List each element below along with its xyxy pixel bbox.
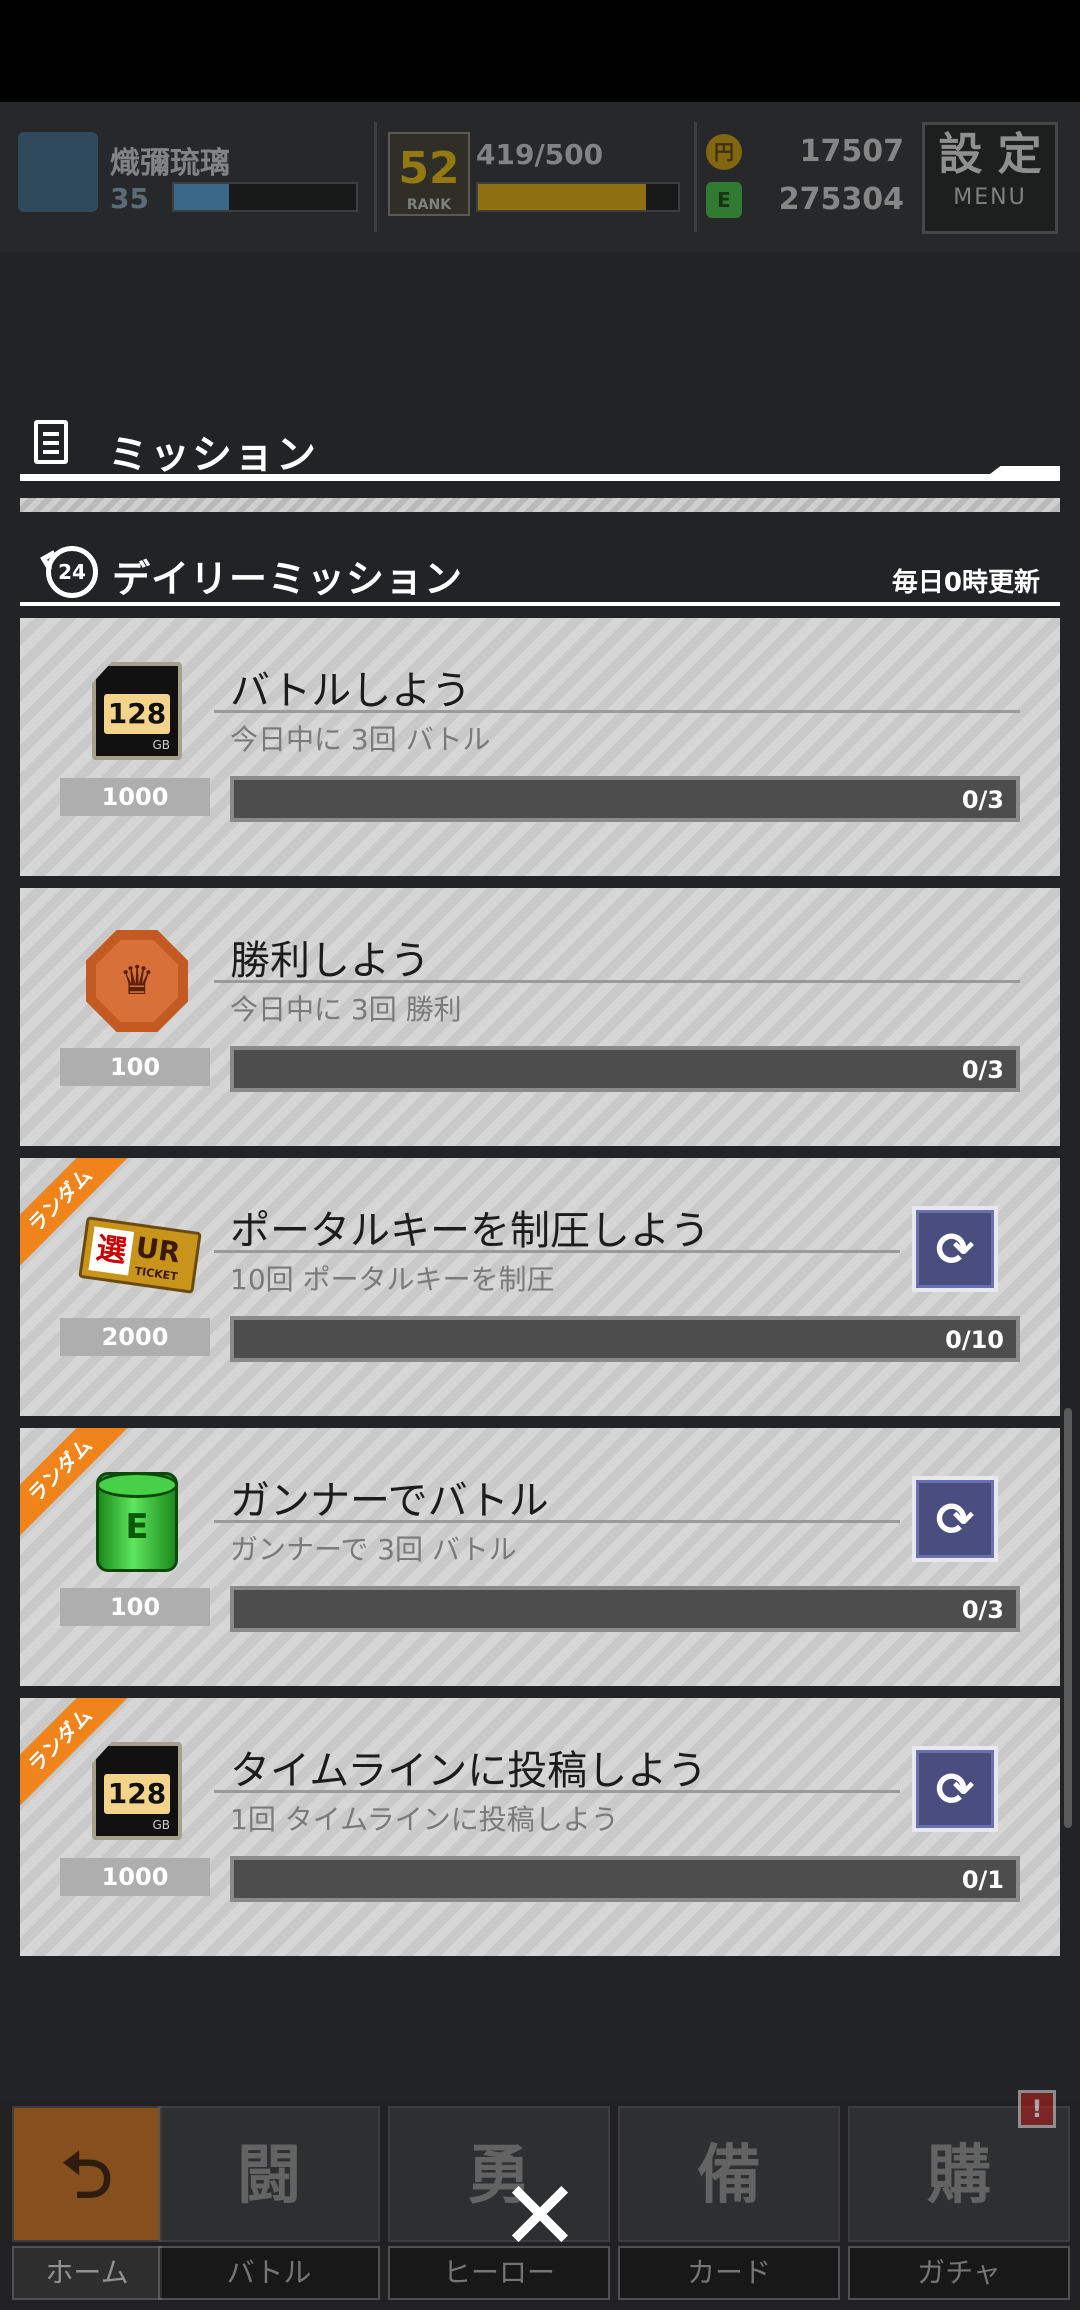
home-return-icon: ⮌ <box>12 2106 162 2242</box>
progress-text: 0/10 <box>945 1326 1004 1354</box>
status-bar <box>0 0 1080 102</box>
close-button[interactable]: ✕ <box>496 2168 584 2264</box>
mission-description: ガンナーで 3回 バトル <box>230 1533 517 1566</box>
mission-progress-bar: 0/10 <box>230 1316 1020 1362</box>
progress-text: 0/1 <box>961 1866 1004 1894</box>
nav-label: ホーム <box>12 2246 162 2300</box>
nav-home[interactable]: ⮌ ホーム <box>12 2106 162 2306</box>
player-name: 熾彌琉璃 <box>110 146 230 181</box>
player-avatar <box>18 132 98 212</box>
divider-tip <box>990 466 1060 474</box>
player-level: 35 <box>110 182 149 215</box>
gold-coin-icon: 円 <box>706 134 742 170</box>
mission-progress-bar: 0/3 <box>230 776 1020 822</box>
reward-count: 1000 <box>60 778 210 816</box>
reset-note: 毎日0時更新 <box>891 568 1040 598</box>
header-divider <box>374 122 377 232</box>
reward-count: 100 <box>60 1048 210 1086</box>
green-coin-count: 275304 <box>778 182 904 217</box>
mission-card: ♛ 100 勝利しよう 今日中に 3回 勝利 0/3 <box>20 888 1060 1146</box>
reward-count: 1000 <box>60 1858 210 1896</box>
stripe-divider <box>20 498 1060 512</box>
mission-title: 勝利しよう <box>230 938 430 984</box>
progress-text: 0/3 <box>961 1596 1004 1624</box>
rank-value: 52 <box>398 143 460 194</box>
mission-progress-bar: 0/1 <box>230 1856 1020 1902</box>
mission-description: 10回 ポータルキーを制圧 <box>230 1263 555 1296</box>
title-underline <box>214 980 1020 983</box>
exp-text: 419/500 <box>476 138 604 171</box>
green-coin-icon: E <box>706 182 742 218</box>
refresh-button[interactable]: ⟳ <box>912 1206 998 1292</box>
memory-128gb-icon: 128 GB <box>82 656 192 766</box>
title-underline <box>214 1520 900 1523</box>
divider <box>20 474 1060 481</box>
mission-title: バトルしよう <box>230 668 472 714</box>
exp-bar <box>476 182 680 212</box>
rank-label: RANK <box>406 197 452 213</box>
refresh-icon: ⟳ <box>935 1492 975 1546</box>
exp-bar-fill <box>478 184 646 210</box>
nav-gacha[interactable]: 購 ガチャ <box>848 2106 1070 2306</box>
refresh-button[interactable]: ⟳ <box>912 1476 998 1562</box>
player-header: 熾彌琉璃 35 52 RANK 419/500 円 17507 E 275304 … <box>0 102 1080 252</box>
progress-text: 0/3 <box>961 786 1004 814</box>
mission-description: 今日中に 3回 バトル <box>230 723 491 756</box>
card-icon: 備 <box>618 2106 840 2242</box>
daily-mission-header: 24 デイリーミッション 毎日0時更新 <box>20 540 1060 606</box>
refresh-icon: ⟳ <box>935 1762 975 1816</box>
mission-progress-bar: 0/3 <box>230 1046 1020 1092</box>
mission-card: ランダム E 100 ガンナーでバトル ガンナーで 3回 バトル ⟳ 0/3 <box>20 1428 1060 1686</box>
title-underline <box>214 1250 900 1253</box>
daily-mission-title: デイリーミッション <box>112 557 464 601</box>
mission-card: ランダム 選 UR TICKET 2000 ポータルキーを制圧しよう 10回 ポータ… <box>20 1158 1060 1416</box>
mission-progress-bar: 0/3 <box>230 1586 1020 1632</box>
divider <box>20 602 1060 606</box>
mission-description: 1回 タイムラインに投稿しよう <box>230 1803 619 1836</box>
level-bar <box>172 182 358 212</box>
refresh-icon: ⟳ <box>935 1222 975 1276</box>
mission-title: ガンナーでバトル <box>230 1478 549 1524</box>
nav-label: バトル <box>158 2246 380 2300</box>
title-underline <box>214 1790 900 1793</box>
mission-title: タイムラインに投稿しよう <box>230 1748 708 1794</box>
bronze-medal-icon: ♛ <box>82 926 192 1036</box>
mission-panel-title: ミッション <box>108 432 318 478</box>
rank-badge: 52 RANK <box>388 132 470 216</box>
refresh-button[interactable]: ⟳ <box>912 1746 998 1832</box>
nav-label: ガチャ <box>848 2246 1070 2300</box>
menu-label: MENU <box>953 185 1027 210</box>
reward-count: 2000 <box>60 1318 210 1356</box>
mission-title: ポータルキーを制圧しよう <box>230 1208 710 1254</box>
level-bar-fill <box>174 184 229 210</box>
gold-coin-count: 17507 <box>799 134 904 169</box>
document-icon <box>34 420 68 464</box>
menu-button[interactable]: 設 定 MENU <box>922 122 1058 234</box>
menu-kanji: 設 定 <box>938 129 1042 180</box>
mission-card: ランダム 128 GB 1000 タイムラインに投稿しよう 1回 タイムラインに投… <box>20 1698 1060 1956</box>
scrollbar[interactable] <box>1064 1408 1072 1828</box>
green-barrel-icon: E <box>82 1466 192 1576</box>
mission-description: 今日中に 3回 勝利 <box>230 993 462 1026</box>
mission-panel-header: ミッション <box>20 412 1060 482</box>
battle-icon: 闘 <box>158 2106 380 2242</box>
title-underline <box>214 710 1020 713</box>
alert-badge: ! <box>1018 2090 1056 2128</box>
ur-ticket-icon: 選 UR TICKET <box>78 1196 202 1306</box>
nav-label: カード <box>618 2246 840 2300</box>
progress-text: 0/3 <box>961 1056 1004 1084</box>
reward-count: 100 <box>60 1588 210 1626</box>
header-divider <box>694 122 697 232</box>
nav-battle[interactable]: 闘 バトル <box>158 2106 380 2306</box>
mission-card: 128 GB 1000 バトルしよう 今日中に 3回 バトル 0/3 <box>20 618 1060 876</box>
clock-24-icon: 24 <box>46 546 98 598</box>
nav-card[interactable]: 備 カード <box>618 2106 840 2306</box>
memory-128gb-icon: 128 GB <box>82 1736 192 1846</box>
